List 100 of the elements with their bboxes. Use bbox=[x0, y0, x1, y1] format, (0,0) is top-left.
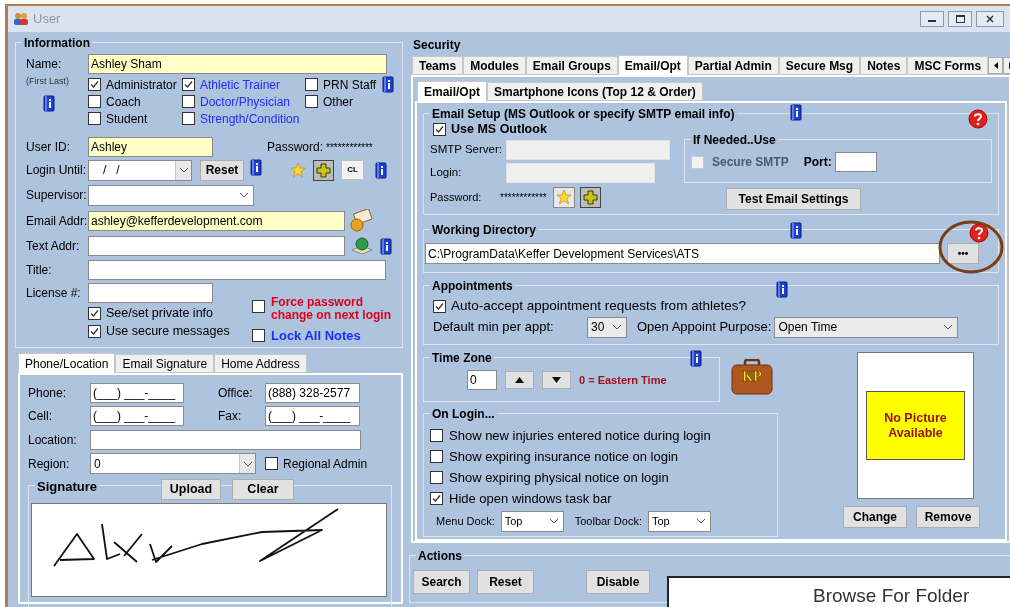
checkbox-label[interactable]: Student bbox=[106, 109, 148, 128]
scroll-left-button[interactable] bbox=[988, 57, 1004, 74]
globe-icon[interactable] bbox=[350, 236, 374, 256]
button[interactable]: Disable bbox=[586, 570, 650, 594]
help-icon[interactable] bbox=[968, 109, 988, 129]
checkbox-label[interactable]: Use secure messages bbox=[106, 321, 230, 341]
cl-button[interactable]: CL bbox=[341, 160, 364, 180]
checkbox[interactable] bbox=[430, 450, 443, 463]
checkbox-label[interactable]: Other bbox=[323, 92, 353, 111]
checkbox-label[interactable]: Show expiring insurance notice on login bbox=[449, 446, 679, 467]
button[interactable]: Remove bbox=[916, 506, 980, 528]
button[interactable]: Clear bbox=[232, 479, 294, 500]
text-field[interactable]: ashley@kefferdevelopment.com bbox=[88, 211, 345, 231]
checkbox-label[interactable]: Lock All Notes bbox=[271, 326, 361, 346]
checkbox[interactable] bbox=[88, 306, 101, 320]
tab[interactable]: Email/Opt bbox=[617, 55, 688, 76]
minimize-button[interactable] bbox=[920, 11, 944, 27]
button[interactable]: Reset bbox=[200, 159, 244, 181]
signature-pad[interactable] bbox=[31, 503, 387, 597]
text-field[interactable]: (___) ___-____ bbox=[90, 382, 184, 403]
tab[interactable]: Partial Admin bbox=[687, 56, 779, 75]
checkbox[interactable] bbox=[265, 457, 278, 470]
text-field[interactable]: (___) ___-____ bbox=[265, 406, 360, 426]
text-field[interactable] bbox=[88, 282, 213, 303]
info-book-icon[interactable] bbox=[382, 76, 395, 93]
tab[interactable]: Teams bbox=[412, 56, 464, 75]
text-field[interactable]: (___) ___-____ bbox=[90, 406, 184, 426]
checkbox-label[interactable]: Coach bbox=[106, 92, 141, 111]
add-button[interactable] bbox=[313, 159, 334, 181]
text-field[interactable] bbox=[88, 259, 386, 280]
tab[interactable]: Smartphone Icons (Top 12 & Order) bbox=[487, 82, 703, 101]
checkbox-label[interactable]: See/set private info bbox=[106, 303, 213, 323]
checkbox-label[interactable]: Strength/Condition bbox=[200, 109, 300, 128]
info-book-icon[interactable] bbox=[790, 104, 802, 121]
decrement-button[interactable] bbox=[542, 371, 571, 389]
text-field[interactable] bbox=[90, 430, 361, 450]
tab[interactable]: Home Address bbox=[214, 354, 307, 373]
email-icon[interactable] bbox=[349, 209, 375, 233]
info-book-icon[interactable] bbox=[250, 158, 262, 176]
checkbox[interactable] bbox=[433, 299, 446, 313]
add-button[interactable] bbox=[579, 186, 601, 208]
info-book-icon[interactable] bbox=[790, 222, 802, 239]
maximize-button[interactable] bbox=[948, 11, 972, 27]
checkbox[interactable] bbox=[88, 78, 101, 91]
checkbox[interactable] bbox=[88, 112, 101, 125]
checkbox-label[interactable]: Hide open windows task bar bbox=[449, 488, 612, 509]
text-field[interactable]: Ashley Sham bbox=[88, 54, 387, 74]
text-field[interactable]: C:\ProgramData\Keffer Development Services\ATS bbox=[425, 243, 940, 264]
checkbox[interactable] bbox=[88, 324, 101, 338]
text-field[interactable] bbox=[834, 152, 877, 172]
checkbox[interactable] bbox=[182, 112, 195, 125]
button[interactable]: Search bbox=[413, 570, 470, 594]
checkbox[interactable] bbox=[305, 78, 318, 91]
button[interactable]: Upload bbox=[161, 479, 221, 500]
button[interactable]: Test Email Settings bbox=[726, 188, 861, 210]
tab[interactable]: Modules bbox=[463, 56, 526, 75]
checkbox[interactable] bbox=[252, 300, 265, 313]
dropdown[interactable]: 0 bbox=[90, 453, 256, 474]
increment-button[interactable] bbox=[505, 371, 534, 389]
info-book-icon[interactable] bbox=[380, 237, 392, 255]
checkbox-label[interactable]: Show expiring physical notice on login bbox=[449, 467, 669, 488]
info-book-icon[interactable] bbox=[776, 281, 788, 298]
dropdown[interactable] bbox=[88, 184, 254, 206]
star-icon[interactable] bbox=[290, 162, 306, 178]
tab[interactable]: Email Signature bbox=[115, 354, 215, 373]
text-field[interactable]: (888) 328-2577 bbox=[265, 382, 360, 403]
tab[interactable]: Email Groups bbox=[525, 56, 618, 75]
info-book-icon[interactable] bbox=[43, 94, 55, 112]
checkbox[interactable] bbox=[252, 329, 265, 343]
checkbox-label[interactable]: PRN Staff bbox=[323, 75, 377, 94]
checkbox[interactable] bbox=[430, 471, 443, 484]
checkbox[interactable] bbox=[305, 95, 318, 108]
tab[interactable]: Notes bbox=[860, 56, 908, 75]
checkbox[interactable] bbox=[182, 95, 195, 108]
checkbox-label[interactable]: Regional Admin bbox=[283, 454, 368, 473]
date-picker[interactable]: / / bbox=[88, 159, 192, 181]
tab[interactable]: Email/Opt bbox=[417, 81, 487, 102]
help-icon[interactable] bbox=[969, 223, 989, 243]
dropdown[interactable]: 30 bbox=[587, 316, 627, 338]
checkbox[interactable] bbox=[430, 492, 443, 505]
tab[interactable]: Secure Msg bbox=[778, 56, 861, 75]
dropdown[interactable]: Open Time bbox=[774, 316, 959, 338]
dropdown[interactable]: Top bbox=[500, 510, 564, 532]
checkbox-label[interactable]: Show new injuries entered notice during login bbox=[449, 425, 711, 446]
checkbox-label[interactable]: Doctor/Physician bbox=[200, 92, 291, 111]
checkbox-label[interactable]: Auto-accept appointment requests from athletes? bbox=[451, 295, 746, 317]
checkbox[interactable] bbox=[88, 95, 101, 108]
text-field[interactable]: Ashley bbox=[88, 137, 213, 157]
button[interactable]: Change bbox=[843, 506, 907, 528]
checkbox[interactable] bbox=[430, 429, 443, 442]
checkbox-label[interactable]: Athletic Trainer bbox=[200, 75, 281, 94]
button[interactable]: ••• bbox=[947, 243, 979, 264]
text-field[interactable]: 0 bbox=[467, 370, 497, 390]
dropdown[interactable]: Top bbox=[647, 510, 711, 532]
checkbox[interactable] bbox=[182, 78, 195, 91]
tab[interactable]: Phone/Location bbox=[18, 353, 116, 374]
checkbox-label[interactable]: Administrator bbox=[106, 75, 177, 94]
tab[interactable]: MSC Forms bbox=[907, 56, 989, 75]
button[interactable]: Reset bbox=[477, 570, 534, 594]
close-button[interactable] bbox=[976, 11, 1004, 27]
